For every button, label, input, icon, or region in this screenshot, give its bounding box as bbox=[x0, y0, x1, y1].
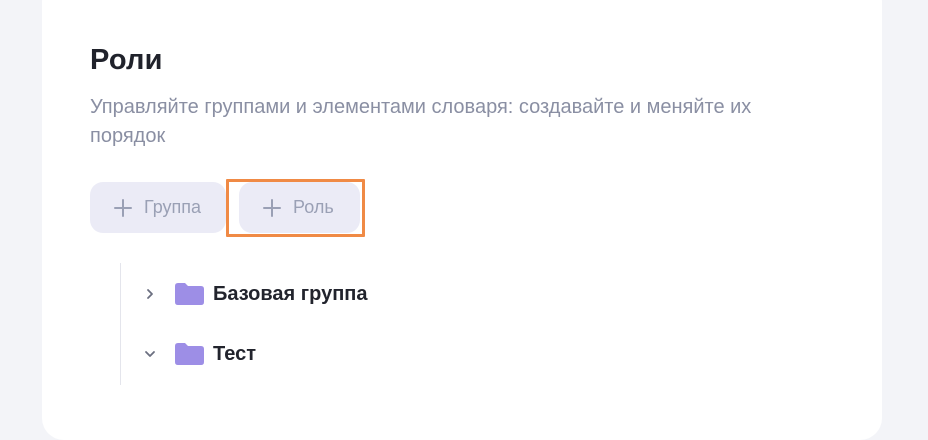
add-role-button[interactable]: Роль bbox=[239, 182, 360, 233]
folder-icon bbox=[175, 283, 204, 305]
plus-icon bbox=[263, 198, 281, 217]
tree-item-label: Тест bbox=[213, 342, 256, 365]
tree-item-test[interactable]: Тест bbox=[140, 339, 256, 369]
tree-guide-line bbox=[120, 263, 121, 385]
chevron-down-icon[interactable] bbox=[140, 344, 160, 364]
tree-item-label: Базовая группа bbox=[213, 282, 368, 305]
tree-item-base-group[interactable]: Базовая группа bbox=[140, 279, 367, 309]
plus-icon bbox=[114, 198, 132, 217]
add-group-label: Группа bbox=[144, 197, 202, 217]
page-subtitle: Управляйте группами и элементами словаря… bbox=[90, 96, 752, 147]
page-title: Роли bbox=[90, 44, 163, 76]
folder-icon bbox=[175, 343, 204, 365]
chevron-right-icon[interactable] bbox=[140, 284, 160, 304]
add-group-button[interactable]: Группа bbox=[90, 182, 226, 233]
add-role-label: Роль bbox=[293, 197, 334, 217]
